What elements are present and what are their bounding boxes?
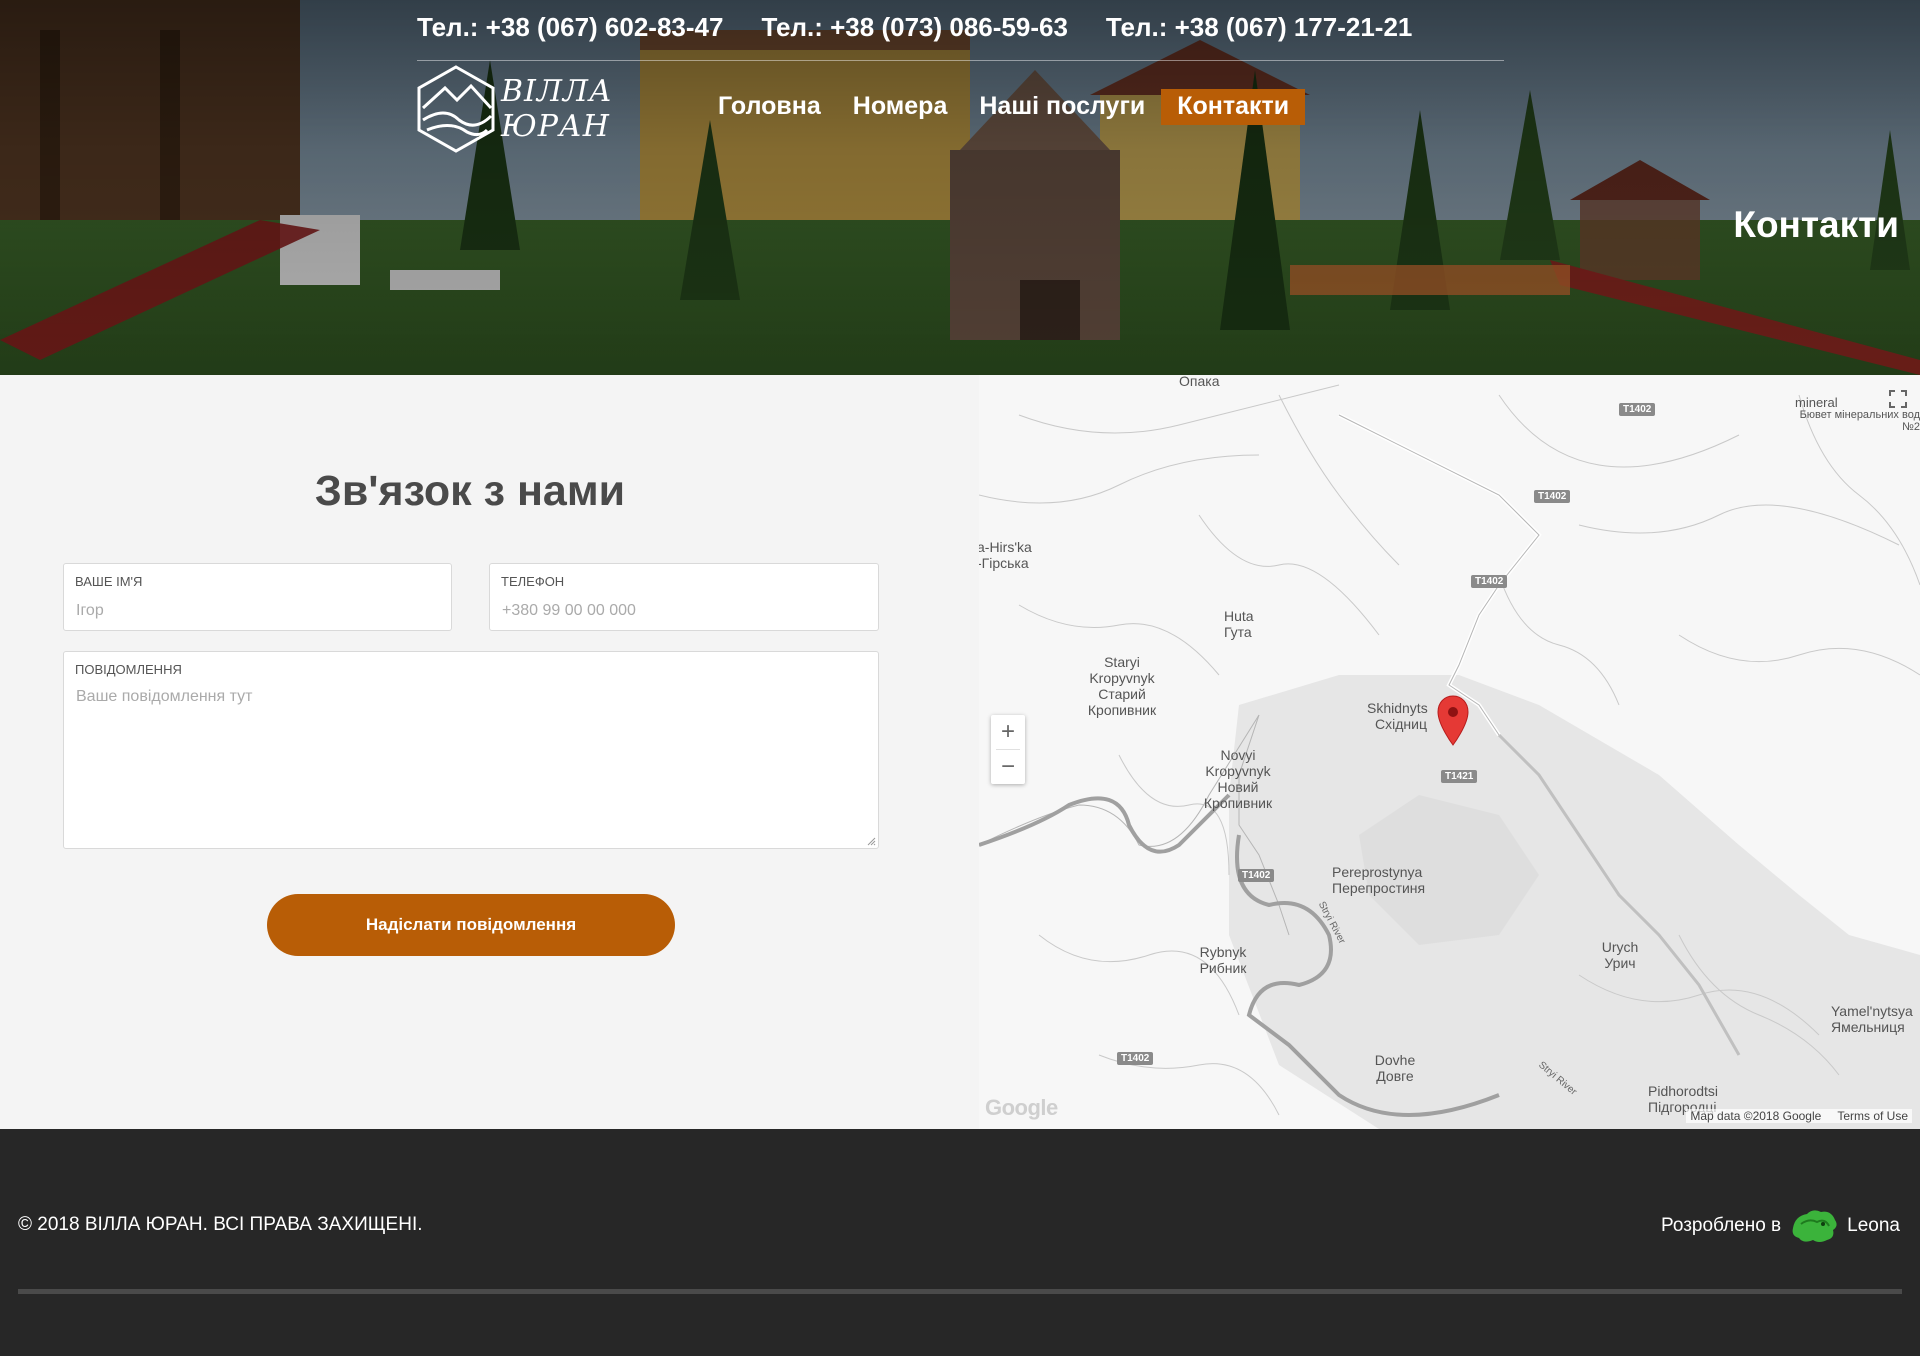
zoom-control: + − xyxy=(991,715,1025,784)
map-place-rybnyk-cyr: Рибник xyxy=(1199,960,1247,976)
google-map[interactable]: Опака mineral Бювет мінеральних вод №2 a… xyxy=(979,375,1920,1129)
resize-grip-icon[interactable] xyxy=(866,836,876,846)
map-place-hirska-lat: a-Hirs'ka xyxy=(979,539,1032,555)
map-place-novyi-4: Кропивник xyxy=(1203,795,1273,811)
copyright-text: © 2018 ВІЛЛА ЮРАН. ВСІ ПРАВА ЗАХИЩЕНІ. xyxy=(18,1214,423,1235)
leona-lion-logo-icon xyxy=(1792,1210,1837,1242)
phone-number-2[interactable]: Тел.: +38 (073) 086-59-63 xyxy=(761,12,1067,43)
logo-line-2: ЮРАН xyxy=(501,109,610,144)
map-place-pump-room: Бювет мінеральних вод №2 xyxy=(1799,409,1920,433)
map-place-novyi-1: Novyi xyxy=(1220,747,1256,763)
hero-header: Тел.: +38 (067) 602-83-47 Тел.: +38 (073… xyxy=(0,0,1920,375)
footer-divider xyxy=(18,1289,1902,1294)
map-place-yamelnytsia-cyr: Ямельниця xyxy=(1831,1019,1905,1035)
map-terrain xyxy=(979,384,1920,1129)
phone-label: ТЕЛЕФОН xyxy=(501,574,565,589)
page-title: Контакти xyxy=(1733,204,1899,245)
map-place-rybnyk-lat: Rybnyk xyxy=(1199,944,1247,960)
map-place-pereprostynya-cyr: Перепростиня xyxy=(1332,880,1426,896)
google-logo[interactable]: Google xyxy=(985,1095,1058,1121)
phone-input[interactable] xyxy=(502,600,862,622)
map-place-skhidnytsia-cyr: Східниц xyxy=(1375,716,1427,732)
map-place-staryi-2: Kropyvnyk xyxy=(1089,670,1155,686)
road-badge: T1402 xyxy=(1471,575,1508,588)
site-footer: © 2018 ВІЛЛА ЮРАН. ВСІ ПРАВА ЗАХИЩЕНІ. Р… xyxy=(0,1129,1920,1356)
phone-field: ТЕЛЕФОН xyxy=(489,563,879,631)
name-label: ВАШЕ ІМ'Я xyxy=(75,574,143,589)
developed-by-label: Розроблено в xyxy=(1661,1215,1782,1236)
logo-line-1: ВІЛЛА xyxy=(501,74,613,109)
map-place-novyi-2: Kropyvnyk xyxy=(1205,763,1271,779)
phone-list: Тел.: +38 (067) 602-83-47 Тел.: +38 (073… xyxy=(417,12,1412,43)
road-badge: T1402 xyxy=(1534,490,1571,503)
message-label: ПОВІДОМЛЕННЯ xyxy=(75,662,182,677)
header-divider xyxy=(417,60,1504,61)
map-place-huta-lat: Huta xyxy=(1224,608,1254,624)
map-place-hirska-cyr: -Гірська xyxy=(979,555,1029,571)
site-logo[interactable]: ВІЛЛА ЮРАН xyxy=(415,64,615,154)
message-input[interactable] xyxy=(76,688,866,838)
name-field: ВАШЕ ІМ'Я xyxy=(63,563,452,631)
map-place-pidhorodtsi-lat: Pidhorodtsi xyxy=(1648,1083,1719,1099)
nav-rooms[interactable]: Номера xyxy=(837,89,964,125)
map-place-yamelnytsia-lat: Yamel'nytsya xyxy=(1831,1003,1913,1019)
map-place-novyi-3: Новий xyxy=(1217,779,1259,795)
zoom-out-button[interactable]: − xyxy=(991,750,1025,784)
location-pin-icon[interactable] xyxy=(1437,695,1469,747)
map-place-staryi-1: Staryi xyxy=(1104,654,1140,670)
phone-number-3[interactable]: Тел.: +38 (067) 177-21-21 xyxy=(1106,12,1412,43)
zoom-in-button[interactable]: + xyxy=(991,715,1025,749)
message-field: ПОВІДОМЛЕННЯ xyxy=(63,651,879,849)
road-badge: T1402 xyxy=(1117,1052,1154,1065)
main-nav: Головна Номера Наші послуги Контакти xyxy=(702,89,1306,125)
send-message-button[interactable]: Надіслати повідомлення xyxy=(267,894,675,956)
map-place-dovhe-cyr: Довге xyxy=(1376,1068,1414,1084)
hero-overlay xyxy=(0,0,1920,375)
contact-form-section: Зв'язок з нами ВАШЕ ІМ'Я ТЕЛЕФОН ПОВІДОМ… xyxy=(0,375,979,1129)
nav-home[interactable]: Головна xyxy=(702,89,837,125)
map-place-opaka: Опака xyxy=(1179,375,1220,389)
developer-credit-link[interactable]: Розроблено в Leona xyxy=(1661,1206,1900,1246)
road-badge: T1421 xyxy=(1441,770,1478,783)
road-badge: T1402 xyxy=(1619,403,1656,416)
contact-title: Зв'язок з нами xyxy=(314,467,626,515)
map-place-urych-cyr: Урич xyxy=(1604,955,1636,971)
mountain-hexagon-logo-icon xyxy=(417,65,495,153)
nav-contacts[interactable]: Контакти xyxy=(1161,89,1306,125)
nav-services[interactable]: Наші послуги xyxy=(963,89,1161,125)
map-place-pereprostynya-lat: Pereprostynya xyxy=(1332,864,1423,880)
map-place-staryi-4: Кропивник xyxy=(1087,702,1157,718)
map-place-huta-cyr: Гута xyxy=(1224,624,1252,640)
map-data-text: Map data ©2018 Google xyxy=(1690,1109,1822,1123)
developer-name: Leona xyxy=(1847,1215,1900,1236)
name-input[interactable] xyxy=(76,600,436,622)
map-place-skhidnytsia-lat: Skhidnyts xyxy=(1367,700,1428,716)
map-place-staryi-3: Старий xyxy=(1098,686,1146,702)
phone-number-1[interactable]: Тел.: +38 (067) 602-83-47 xyxy=(417,12,723,43)
fullscreen-icon[interactable] xyxy=(1888,389,1908,409)
road-badge: T1402 xyxy=(1238,869,1275,882)
map-attribution: Map data ©2018 Google Terms of Use xyxy=(1686,1109,1912,1123)
terms-of-use-link[interactable]: Terms of Use xyxy=(1837,1109,1908,1123)
map-place-urych-lat: Urych xyxy=(1601,939,1639,955)
logo-text: ВІЛЛА ЮРАН xyxy=(501,74,613,144)
map-place-dovhe-lat: Dovhe xyxy=(1374,1052,1416,1068)
